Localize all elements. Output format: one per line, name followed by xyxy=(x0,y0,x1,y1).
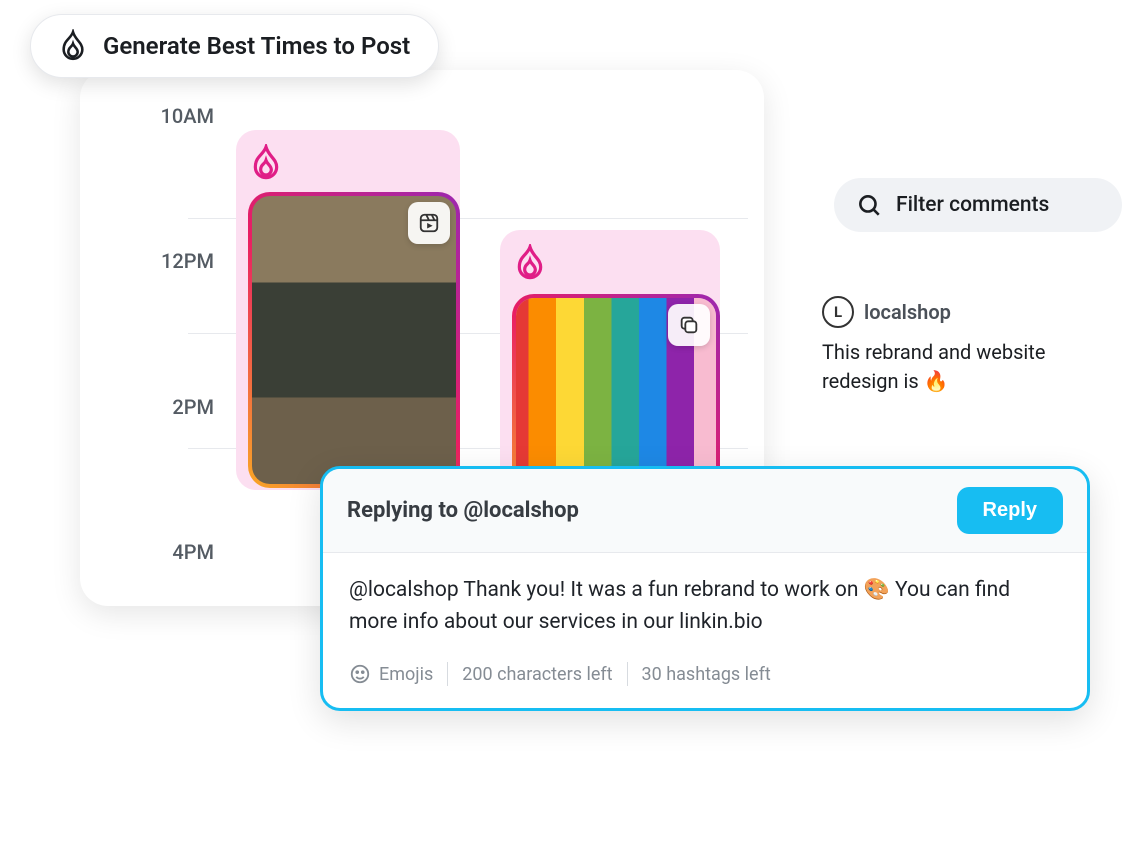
hashtags-left: 30 hashtags left xyxy=(642,664,771,685)
flame-icon xyxy=(250,144,282,182)
composer-title: Replying to @localshop xyxy=(347,498,579,523)
emoji-label: Emojis xyxy=(379,664,433,685)
avatar: L xyxy=(822,296,854,328)
divider xyxy=(627,662,628,686)
scheduled-post[interactable] xyxy=(248,192,460,488)
divider xyxy=(447,662,448,686)
emoji-icon xyxy=(349,663,371,685)
generate-best-times-label: Generate Best Times to Post xyxy=(103,32,410,60)
flame-icon xyxy=(514,244,546,282)
composer-footer: Emojis 200 characters left 30 hashtags l… xyxy=(323,648,1087,708)
search-icon xyxy=(856,192,882,218)
filter-comments-button[interactable]: Filter comments xyxy=(834,178,1122,232)
composer-textarea[interactable]: @localshop Thank you! It was a fun rebra… xyxy=(323,553,1087,648)
characters-left: 200 characters left xyxy=(462,664,612,685)
flame-icon xyxy=(59,29,87,63)
carousel-icon xyxy=(668,304,710,346)
emoji-button[interactable]: Emojis xyxy=(349,663,433,685)
comment-body: This rebrand and website redesign is 🔥 xyxy=(822,338,1122,396)
comment: L localshop This rebrand and website red… xyxy=(822,296,1122,396)
reply-button[interactable]: Reply xyxy=(957,487,1063,534)
reels-icon xyxy=(408,202,450,244)
reply-composer: Replying to @localshop Reply @localshop … xyxy=(320,466,1090,711)
comment-username[interactable]: localshop xyxy=(864,300,951,324)
filter-comments-label: Filter comments xyxy=(896,193,1049,217)
generate-best-times-pill[interactable]: Generate Best Times to Post xyxy=(30,14,439,78)
